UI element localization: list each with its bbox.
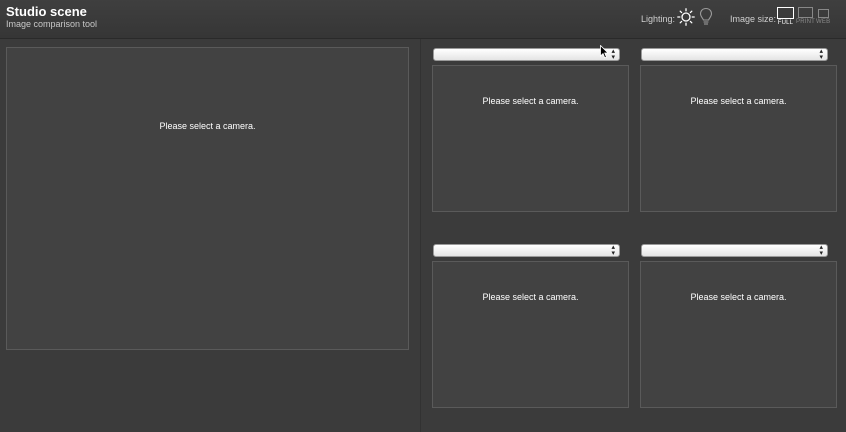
size-option-print[interactable]: PRINT	[796, 7, 815, 25]
size-option-label: FULL	[777, 20, 794, 26]
size-option-web[interactable]: WEB	[816, 7, 830, 25]
size-option-label: WEB	[816, 19, 831, 25]
size-option-label: PRINT	[796, 19, 815, 25]
select-arrows-icon: ▴ ▾	[819, 48, 823, 61]
camera-select-3[interactable]: ▴ ▾	[433, 244, 620, 257]
full-size-icon	[777, 7, 794, 19]
viewer-message: Please select a camera.	[690, 292, 787, 302]
header-bar: Studio scene Image comparison tool Light…	[0, 0, 846, 39]
viewer-message: Please select a camera.	[690, 96, 787, 106]
select-arrows-icon: ▴ ▾	[819, 244, 823, 257]
print-size-icon	[798, 7, 813, 18]
camera-viewer-1[interactable]: Please select a camera.	[432, 65, 629, 212]
bulb-icon[interactable]	[699, 7, 713, 27]
select-arrows-icon: ▴ ▾	[611, 48, 615, 61]
camera-select-1[interactable]: ▴ ▾	[433, 48, 620, 61]
size-option-full[interactable]: FULL	[777, 7, 794, 26]
viewer-message: Please select a camera.	[159, 121, 256, 131]
viewer-message: Please select a camera.	[482, 96, 579, 106]
main-viewer[interactable]: Please select a camera.	[6, 47, 409, 350]
select-arrows-icon: ▴ ▾	[611, 244, 615, 257]
web-size-icon	[817, 9, 829, 18]
page-subtitle: Image comparison tool	[6, 19, 98, 29]
camera-select-2[interactable]: ▴ ▾	[641, 48, 828, 61]
sun-icon[interactable]	[677, 8, 695, 26]
camera-select-4[interactable]: ▴ ▾	[641, 244, 828, 257]
lighting-label: Lighting:	[641, 14, 676, 24]
app-window: Studio scene Image comparison tool Light…	[0, 0, 846, 432]
camera-viewer-3[interactable]: Please select a camera.	[432, 261, 629, 408]
page-title: Studio scene	[6, 4, 87, 19]
viewer-message: Please select a camera.	[482, 292, 579, 302]
mouse-cursor-icon	[600, 45, 609, 59]
camera-viewer-4[interactable]: Please select a camera.	[640, 261, 837, 408]
image-size-label: Image size:	[730, 14, 777, 24]
camera-viewer-2[interactable]: Please select a camera.	[640, 65, 837, 212]
